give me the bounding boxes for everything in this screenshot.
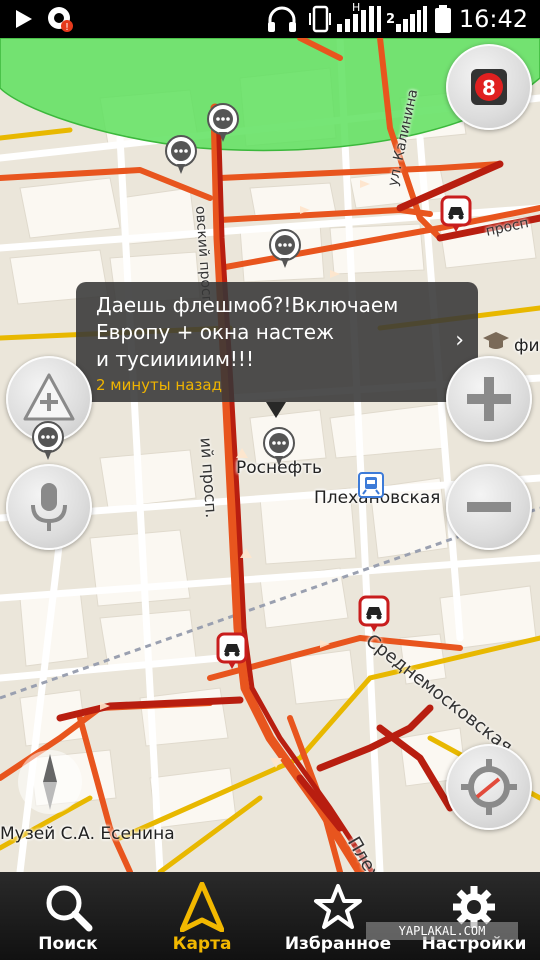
search-icon — [46, 885, 93, 932]
traffic-button[interactable]: 8 — [446, 44, 532, 130]
svg-text:!: ! — [65, 22, 69, 33]
watermark: YAPLAKAL.COM — [366, 922, 518, 940]
place-label-museum: Музей С.А. Есенина — [0, 824, 175, 844]
chat-marker[interactable] — [164, 134, 198, 176]
map-view[interactable]: ул. Калинина просп овский просп. ий прос… — [0, 38, 540, 872]
compass-icon — [43, 754, 57, 810]
network-badge: H — [352, 1, 361, 14]
chat-marker-selected[interactable] — [262, 426, 296, 468]
my-location-button[interactable] — [446, 744, 532, 830]
nav-search[interactable]: Поиск — [28, 872, 108, 960]
chevron-right-icon[interactable]: › — [455, 328, 464, 353]
accident-marker[interactable] — [216, 632, 248, 670]
plus-icon — [467, 377, 511, 421]
signal-h-icon: H — [336, 0, 382, 38]
battery-icon — [434, 0, 452, 38]
star-icon — [314, 884, 362, 929]
nav-favorites[interactable]: Избранное — [280, 872, 396, 960]
warning-plus-icon — [23, 373, 75, 421]
signal-2-icon: 2 — [386, 0, 428, 38]
nav-map[interactable]: Карта — [162, 872, 242, 960]
notification-icon: ! — [46, 0, 74, 38]
chat-marker[interactable] — [206, 102, 240, 144]
map-arrow-icon — [180, 882, 224, 932]
accident-marker[interactable] — [440, 195, 472, 233]
place-label-fi: фи. — [514, 336, 540, 356]
nav-search-label: Поиск — [38, 934, 98, 954]
nav-map-label: Карта — [172, 934, 232, 954]
minus-icon — [467, 502, 511, 512]
accident-marker[interactable] — [358, 595, 390, 633]
headphones-icon — [266, 0, 298, 38]
chat-marker[interactable] — [31, 420, 65, 462]
chat-marker[interactable] — [268, 228, 302, 270]
sim2-badge: 2 — [386, 12, 396, 27]
traffic-level: 8 — [482, 76, 496, 100]
zoom-out-button[interactable] — [446, 464, 532, 550]
play-icon — [14, 0, 34, 38]
voice-search-button[interactable] — [6, 464, 92, 550]
university-icon[interactable] — [482, 330, 510, 352]
metro-station-icon[interactable] — [358, 472, 384, 498]
location-crosshair-icon — [461, 759, 517, 815]
clock: 16:42 — [458, 5, 528, 33]
nav-settings[interactable]: Настройки — [420, 872, 528, 960]
compass-button[interactable] — [18, 750, 82, 814]
zoom-in-button[interactable] — [446, 356, 532, 442]
balloon-message: Даешь флешмоб?!Включаем Европу + окна на… — [96, 293, 399, 371]
bottom-nav: Поиск Карта Избранное Настройки — [0, 872, 540, 960]
vibrate-icon — [306, 0, 334, 38]
message-balloon[interactable]: Даешь флешмоб?!Включаем Европу + окна на… — [76, 282, 478, 402]
balloon-tail — [266, 402, 286, 418]
balloon-time: 2 минуты назад — [96, 376, 222, 394]
status-bar: ! H 2 16:42 — [0, 0, 540, 38]
microphone-icon — [31, 483, 67, 531]
